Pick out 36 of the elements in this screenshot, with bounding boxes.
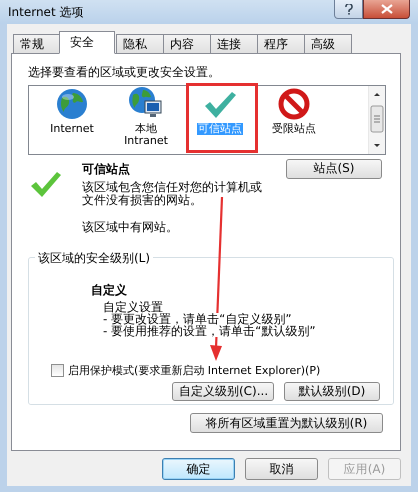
checkbox-label: 启用保护模式(要求重新启动 Internet Explorer)(P) — [68, 363, 320, 378]
checkbox[interactable] — [51, 364, 64, 377]
check-icon — [203, 90, 237, 120]
default-level-button[interactable]: 默认级别(D) — [284, 382, 380, 401]
prohibition-icon — [278, 88, 310, 120]
scrollbar[interactable] — [368, 86, 385, 154]
zone-item[interactable]: 本地 Intranet — [109, 86, 183, 154]
check-icon — [30, 171, 62, 199]
window-title: Internet 选项 — [8, 4, 84, 20]
zone-description-line: 该区域包含您信任对您的计算机或 — [82, 181, 263, 194]
custom-level-button[interactable]: 自定义级别(C)... — [172, 382, 274, 401]
globe-monitor-icon — [128, 86, 164, 120]
tab[interactable]: 常规 — [13, 34, 61, 53]
help-button[interactable] — [334, 0, 363, 19]
tab[interactable]: 安全 — [59, 31, 115, 54]
zone-item[interactable]: 受限站点 — [257, 86, 331, 154]
group-legend: 该区域的安全级别(L) — [35, 250, 154, 267]
reset-all-zones-button[interactable]: 将所有区域重置为默认级别(R) — [190, 413, 383, 433]
close-icon — [380, 4, 392, 14]
tab[interactable]: 连接 — [210, 34, 258, 53]
dialog-button[interactable]: 取消 — [245, 458, 318, 480]
tab[interactable]: 高级 — [304, 34, 352, 53]
zone-note: 该区域中有网站。 — [82, 219, 179, 236]
zone-item[interactable]: Internet — [35, 86, 109, 154]
sites-button[interactable]: 站点(S) — [286, 158, 382, 178]
tab[interactable]: 内容 — [163, 34, 211, 53]
globe-icon — [56, 88, 88, 120]
close-button[interactable] — [363, 0, 410, 19]
zone-description-line: 文件没有损害的网站。 — [82, 194, 203, 207]
zone-prompt: 选择要查看的区域或更改安全设置。 — [28, 64, 221, 81]
zone-title: 可信站点 — [82, 161, 131, 178]
dialog-button[interactable]: 确定 — [162, 458, 235, 480]
tab[interactable]: 隐私 — [116, 34, 164, 53]
level-name: 自定义 — [91, 282, 128, 299]
help-icon — [344, 4, 352, 14]
tab[interactable]: 程序 — [257, 34, 305, 53]
